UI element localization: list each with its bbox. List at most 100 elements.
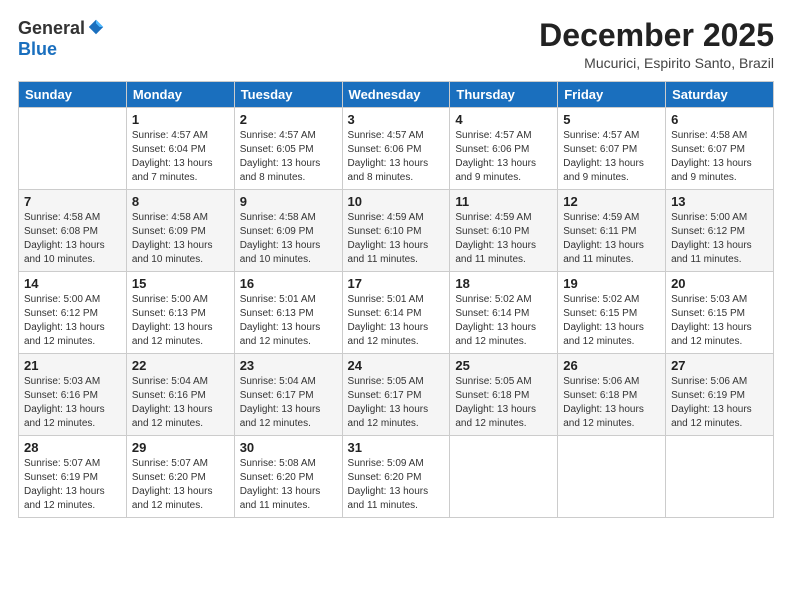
day-header-tuesday: Tuesday [234, 82, 342, 108]
cell-content-line: Sunrise: 5:00 AM [24, 293, 121, 307]
logo-general: General [18, 18, 85, 39]
cell-content-line: Sunset: 6:19 PM [24, 471, 121, 485]
cell-content-line: Daylight: 13 hours [240, 403, 337, 417]
day-number: 14 [24, 276, 121, 291]
calendar-cell: 11Sunrise: 4:59 AMSunset: 6:10 PMDayligh… [450, 190, 558, 272]
cell-content-line: Sunrise: 5:00 AM [671, 211, 768, 225]
cell-content-line: Sunset: 6:07 PM [563, 143, 660, 157]
cell-content-line: and 12 minutes. [455, 417, 552, 431]
cell-content-line: Sunset: 6:20 PM [132, 471, 229, 485]
calendar-cell: 1Sunrise: 4:57 AMSunset: 6:04 PMDaylight… [126, 108, 234, 190]
calendar-cell: 2Sunrise: 4:57 AMSunset: 6:05 PMDaylight… [234, 108, 342, 190]
cell-content-line: and 9 minutes. [455, 171, 552, 185]
cell-content-line: Sunset: 6:19 PM [671, 389, 768, 403]
week-row-3: 14 Sunrise: 5:00 AMSunset: 6:12 PM Dayligh… [19, 272, 774, 354]
cell-content-line: and 11 minutes. [671, 253, 768, 267]
day-number: 29 [132, 440, 229, 455]
cell-content-line: Daylight: 13 hours [132, 157, 229, 171]
cell-content-line: Sunrise: 4:59 AM [455, 211, 552, 225]
cell-content-line: and 8 minutes. [348, 171, 445, 185]
cell-content-line: Daylight: 13 hours [132, 321, 229, 335]
cell-content-line: Sunset: 6:12 PM [24, 307, 121, 321]
cell-content-line: Sunset: 6:08 PM [24, 225, 121, 239]
day-header-saturday: Saturday [666, 82, 774, 108]
cell-content-line: Daylight: 13 hours [563, 157, 660, 171]
calendar-cell: 29Sunrise: 5:07 AMSunset: 6:20 PMDayligh… [126, 436, 234, 518]
cell-content-line: and 8 minutes. [240, 171, 337, 185]
day-header-monday: Monday [126, 82, 234, 108]
calendar-cell: 31Sunrise: 5:09 AMSunset: 6:20 PMDayligh… [342, 436, 450, 518]
day-number: 16 [240, 276, 337, 291]
cell-content-line: Sunrise: 4:58 AM [132, 211, 229, 225]
cell-content-line: Sunrise: 5:07 AM [24, 457, 121, 471]
cell-content-line: Daylight: 13 hours [455, 239, 552, 253]
cell-content-line: Daylight: 13 hours [24, 239, 121, 253]
day-header-friday: Friday [558, 82, 666, 108]
logo-text: General [18, 18, 105, 39]
cell-content-line: Sunset: 6:16 PM [132, 389, 229, 403]
day-number: 17 [348, 276, 445, 291]
cell-content-line: Daylight: 13 hours [455, 321, 552, 335]
cell-content-line: Sunrise: 4:57 AM [348, 129, 445, 143]
cell-content-line: and 12 minutes. [24, 417, 121, 431]
cell-content-line: Sunrise: 4:57 AM [240, 129, 337, 143]
day-number: 4 [455, 112, 552, 127]
calendar-cell: 27Sunrise: 5:06 AMSunset: 6:19 PMDayligh… [666, 354, 774, 436]
cell-content-line: Daylight: 13 hours [240, 239, 337, 253]
cell-content-line: Sunset: 6:15 PM [563, 307, 660, 321]
cell-content-line: Sunrise: 5:08 AM [240, 457, 337, 471]
calendar-cell: 15Sunrise: 5:00 AMSunset: 6:13 PMDayligh… [126, 272, 234, 354]
cell-content-line: and 12 minutes. [132, 335, 229, 349]
day-number: 7 [24, 194, 121, 209]
cell-content-line: Daylight: 13 hours [348, 157, 445, 171]
day-number: 25 [455, 358, 552, 373]
cell-content-line: Sunset: 6:14 PM [348, 307, 445, 321]
day-number: 11 [455, 194, 552, 209]
cell-content-line: Sunset: 6:20 PM [240, 471, 337, 485]
cell-content-line: Daylight: 13 hours [240, 321, 337, 335]
day-header-wednesday: Wednesday [342, 82, 450, 108]
cell-content-line: Sunset: 6:06 PM [348, 143, 445, 157]
day-header-sunday: Sunday [19, 82, 127, 108]
cell-content-line: and 12 minutes. [455, 335, 552, 349]
day-number: 31 [348, 440, 445, 455]
cell-content-line: Sunrise: 5:05 AM [455, 375, 552, 389]
cell-content-line: and 12 minutes. [240, 335, 337, 349]
cell-content-line: and 12 minutes. [132, 417, 229, 431]
cell-content-line: Sunset: 6:11 PM [563, 225, 660, 239]
calendar-cell: 28Sunrise: 5:07 AMSunset: 6:19 PMDayligh… [19, 436, 127, 518]
cell-content-line: and 12 minutes. [348, 417, 445, 431]
cell-content-line: Daylight: 13 hours [240, 157, 337, 171]
day-number: 2 [240, 112, 337, 127]
cell-content-line: and 11 minutes. [348, 499, 445, 513]
day-number: 20 [671, 276, 768, 291]
page: General Blue December 2025 Mucurici, Esp… [0, 0, 792, 612]
cell-content-line: Sunrise: 4:57 AM [455, 129, 552, 143]
calendar-cell: 13Sunrise: 5:00 AMSunset: 6:12 PMDayligh… [666, 190, 774, 272]
day-number: 21 [24, 358, 121, 373]
cell-content-line: Daylight: 13 hours [240, 485, 337, 499]
cell-content-line: and 9 minutes. [563, 171, 660, 185]
calendar-cell: 5Sunrise: 4:57 AMSunset: 6:07 PMDaylight… [558, 108, 666, 190]
cell-content-line: Sunset: 6:18 PM [563, 389, 660, 403]
cell-content-line: Daylight: 13 hours [671, 239, 768, 253]
cell-content-line: Sunset: 6:09 PM [132, 225, 229, 239]
cell-content-line: and 10 minutes. [24, 253, 121, 267]
cell-content-line: Daylight: 13 hours [563, 403, 660, 417]
cell-content-line: Sunset: 6:15 PM [671, 307, 768, 321]
day-number: 30 [240, 440, 337, 455]
calendar-cell: 24Sunrise: 5:05 AMSunset: 6:17 PMDayligh… [342, 354, 450, 436]
week-row-5: 28Sunrise: 5:07 AMSunset: 6:19 PMDayligh… [19, 436, 774, 518]
cell-content-line: Sunset: 6:13 PM [132, 307, 229, 321]
cell-content-line: Daylight: 13 hours [563, 239, 660, 253]
calendar-cell: 16Sunrise: 5:01 AMSunset: 6:13 PMDayligh… [234, 272, 342, 354]
cell-content-line: Daylight: 13 hours [348, 321, 445, 335]
cell-content-line: Daylight: 13 hours [132, 403, 229, 417]
week-row-2: 7Sunrise: 4:58 AMSunset: 6:08 PMDaylight… [19, 190, 774, 272]
cell-content-line: Sunset: 6:18 PM [455, 389, 552, 403]
logo: General Blue [18, 18, 105, 60]
day-number: 8 [132, 194, 229, 209]
cell-content-line: Sunset: 6:14 PM [455, 307, 552, 321]
calendar-cell: 20Sunrise: 5:03 AMSunset: 6:15 PMDayligh… [666, 272, 774, 354]
cell-content-line: and 10 minutes. [132, 253, 229, 267]
